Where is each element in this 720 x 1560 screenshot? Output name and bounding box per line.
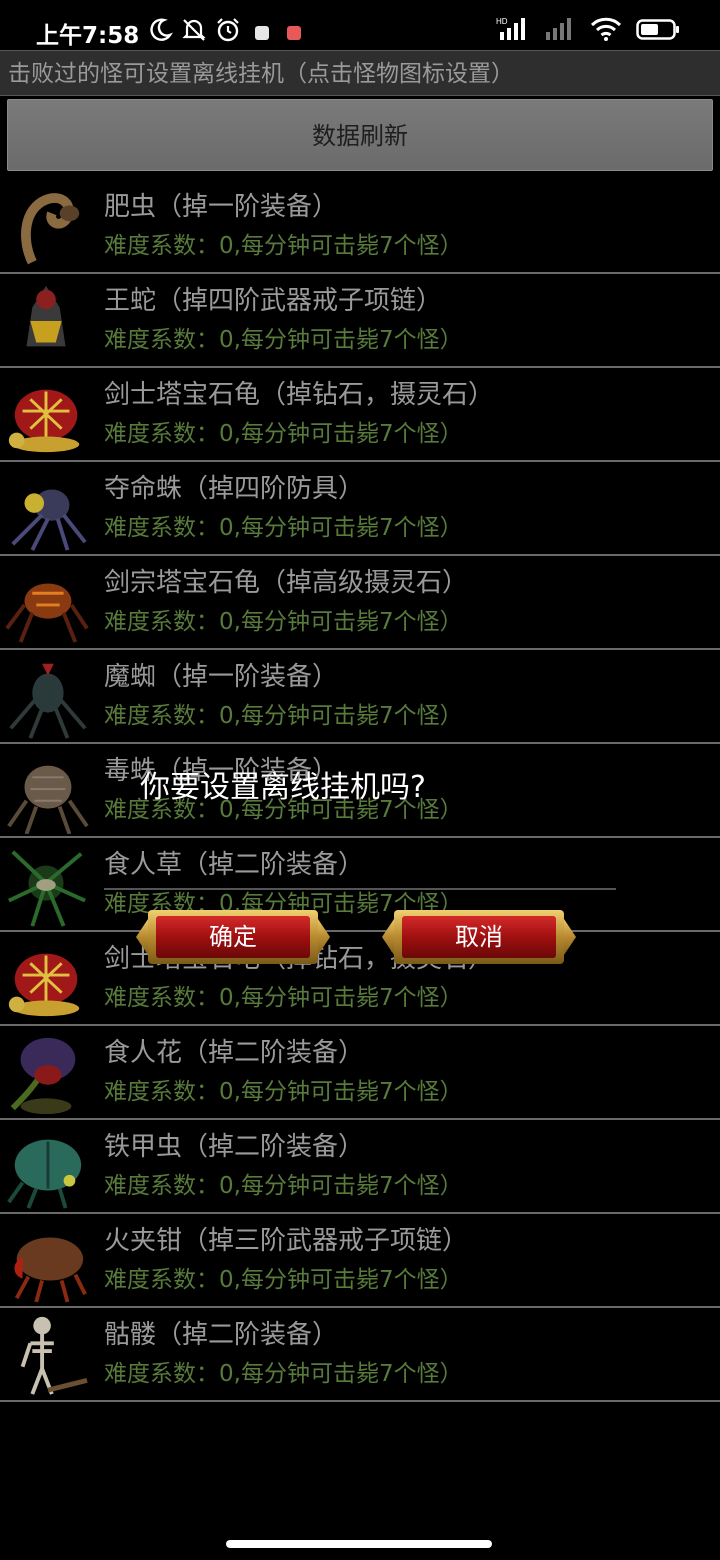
monster-difficulty-info: 难度系数：0,每分钟可击毙7个怪） bbox=[104, 421, 463, 447]
alarm-icon bbox=[215, 17, 241, 49]
dialog-divider bbox=[104, 888, 616, 890]
dialog-title: 你要设置离线挂机吗? bbox=[140, 770, 426, 805]
worm-icon[interactable] bbox=[2, 184, 90, 270]
signal-icon: HD bbox=[496, 16, 530, 46]
monster-row[interactable]: 骷髅（掉二阶装备） 难度系数：0,每分钟可击毙7个怪） bbox=[0, 1308, 720, 1402]
spider-icon[interactable] bbox=[2, 466, 90, 552]
refresh-data-button[interactable]: 数据刷新 bbox=[7, 99, 713, 171]
maneater-flower-icon[interactable] bbox=[2, 1030, 90, 1116]
clock: 上午7:58 bbox=[36, 23, 140, 49]
monster-difficulty-info: 难度系数：0,每分钟可击毙7个怪） bbox=[104, 233, 463, 259]
wifi-icon bbox=[590, 16, 622, 46]
monster-name: 火夹钳（掉三阶武器戒子项链） bbox=[104, 1226, 469, 1256]
monster-name: 骷髅（掉二阶装备） bbox=[104, 1320, 339, 1350]
poison-spider-icon[interactable] bbox=[2, 748, 90, 835]
monster-difficulty-info: 难度系数：0,每分钟可击毙7个怪） bbox=[104, 327, 463, 353]
monster-difficulty-info: 难度系数：0,每分钟可击毙7个怪） bbox=[104, 515, 463, 541]
fire-pincer-icon[interactable] bbox=[2, 1218, 90, 1304]
monster-name: 魔蜘（掉一阶装备） bbox=[104, 662, 339, 692]
moon-icon bbox=[147, 17, 174, 49]
monster-row[interactable]: 剑宗塔宝石龟（掉高级摄灵石） 难度系数：0,每分钟可击毙7个怪） bbox=[0, 556, 720, 650]
cancel-button[interactable]: 取消 bbox=[382, 904, 576, 970]
monster-row[interactable]: 食人花（掉二阶装备） 难度系数：0,每分钟可击毙7个怪） bbox=[0, 1026, 720, 1120]
offline-tip-banner: 击败过的怪可设置离线挂机（点击怪物图标设置） bbox=[0, 50, 720, 96]
app-notification-icon-2 bbox=[287, 26, 302, 40]
battery-icon bbox=[636, 16, 680, 46]
monster-name: 夺命蛛（掉四阶防具） bbox=[104, 474, 365, 504]
monster-name: 剑士塔宝石龟（掉钻石，摄灵石） bbox=[104, 380, 495, 410]
demon-spider-icon[interactable] bbox=[2, 654, 90, 740]
monster-row[interactable]: 铁甲虫（掉二阶装备） 难度系数：0,每分钟可击毙7个怪） bbox=[0, 1120, 720, 1214]
monster-difficulty-info: 难度系数：0,每分钟可击毙7个怪） bbox=[104, 1079, 463, 1105]
monster-row[interactable]: 肥虫（掉一阶装备） 难度系数：0,每分钟可击毙7个怪） bbox=[0, 180, 720, 274]
monster-row[interactable]: 剑士塔宝石龟（掉钻石，摄灵石）难度系数：0,每分钟可击毙7个怪） bbox=[0, 932, 720, 1026]
cancel-button-label: 取消 bbox=[455, 923, 503, 951]
monster-row[interactable]: 剑士塔宝石龟（掉钻石，摄灵石） 难度系数：0,每分钟可击毙7个怪） bbox=[0, 368, 720, 462]
monster-difficulty-info: 难度系数：0,每分钟可击毙7个怪） bbox=[104, 609, 463, 635]
maneater-plant-icon[interactable] bbox=[2, 842, 90, 928]
confirm-button-label: 确定 bbox=[209, 923, 257, 951]
monster-difficulty-info: 难度系数：0,每分钟可击毙7个怪） bbox=[104, 1267, 463, 1293]
monster-name: 肥虫（掉一阶装备） bbox=[104, 192, 339, 222]
monster-row[interactable]: 火夹钳（掉三阶武器戒子项链） 难度系数：0,每分钟可击毙7个怪） bbox=[0, 1214, 720, 1308]
monster-name: 王蛇（掉四阶武器戒子项链） bbox=[104, 286, 443, 316]
monster-name: 铁甲虫（掉二阶装备） bbox=[104, 1132, 365, 1162]
turtle-icon[interactable] bbox=[2, 372, 90, 458]
skeleton-icon[interactable] bbox=[2, 1312, 90, 1398]
armored-beetle-icon[interactable] bbox=[2, 1124, 90, 1210]
lava-spider-icon[interactable] bbox=[2, 560, 90, 646]
home-indicator[interactable] bbox=[226, 1540, 492, 1548]
hd-label: HD bbox=[496, 17, 508, 26]
confirm-button[interactable]: 确定 bbox=[136, 904, 330, 970]
turtle-icon[interactable] bbox=[2, 936, 90, 1022]
monster-row[interactable]: 魔蜘（掉一阶装备） 难度系数：0,每分钟可击毙7个怪） bbox=[0, 650, 720, 744]
monster-row[interactable]: 王蛇（掉四阶武器戒子项链） 难度系数：0,每分钟可击毙7个怪） bbox=[0, 274, 720, 368]
mute-icon bbox=[181, 17, 207, 49]
serpent-king-icon[interactable] bbox=[2, 278, 90, 364]
monster-difficulty-info: 难度系数：0,每分钟可击毙7个怪） bbox=[104, 985, 463, 1011]
monster-difficulty-info: 难度系数：0,每分钟可击毙7个怪） bbox=[104, 703, 463, 729]
monster-row[interactable]: 食人草（掉二阶装备） 难度系数：0,每分钟可击毙7个怪） bbox=[0, 838, 720, 932]
monster-name: 食人草（掉二阶装备） bbox=[104, 850, 365, 880]
monster-difficulty-info: 难度系数：0,每分钟可击毙7个怪） bbox=[104, 1361, 463, 1387]
monster-row[interactable]: 夺命蛛（掉四阶防具） 难度系数：0,每分钟可击毙7个怪） bbox=[0, 462, 720, 556]
monster-difficulty-info: 难度系数：0,每分钟可击毙7个怪） bbox=[104, 1173, 463, 1199]
monster-name: 食人花（掉二阶装备） bbox=[104, 1038, 365, 1068]
app-notification-icon bbox=[255, 26, 270, 40]
monster-name: 剑宗塔宝石龟（掉高级摄灵石） bbox=[104, 568, 469, 598]
signal-weak-icon bbox=[544, 16, 576, 46]
